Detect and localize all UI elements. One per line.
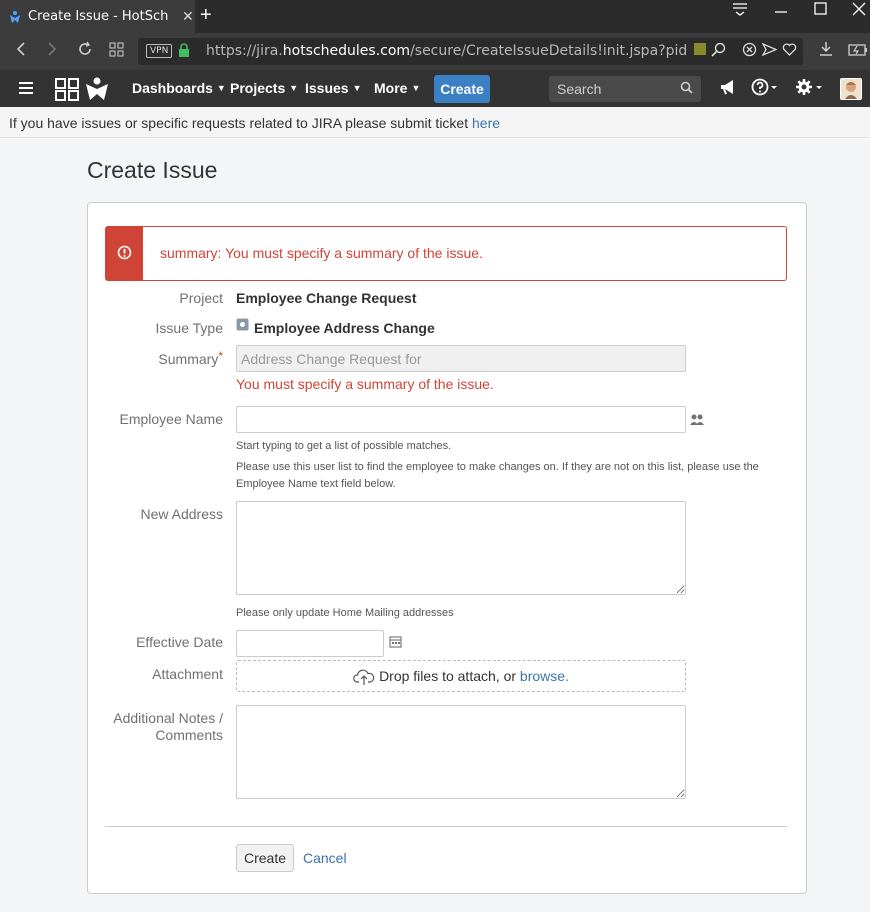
issue-type-icon	[236, 318, 249, 336]
announcement-text: If you have issues or specific requests …	[9, 115, 472, 131]
url-field[interactable]: VPN https://jira.hotschedules.com/secure…	[138, 38, 803, 65]
project-label: Project	[179, 290, 223, 306]
back-icon[interactable]	[14, 41, 28, 62]
search-box	[549, 76, 701, 102]
submit-create-button[interactable]: Create	[236, 844, 294, 872]
summary-error-text: You must specify a summary of the issue.	[236, 376, 494, 392]
browse-link[interactable]: browse.	[520, 668, 569, 684]
cloud-upload-icon	[353, 669, 375, 685]
summary-field[interactable]	[236, 345, 686, 372]
zoom-icon[interactable]	[711, 42, 726, 61]
search-icon[interactable]	[680, 81, 693, 99]
new-address-textarea[interactable]	[236, 501, 686, 595]
employee-name-label: Employee Name	[119, 411, 224, 427]
tab-close-icon[interactable]: ✕	[182, 9, 194, 25]
announcement-megaphone-icon[interactable]	[719, 78, 737, 101]
settings-gear-icon[interactable]	[795, 78, 825, 101]
nav-issues[interactable]: Issues ▼	[305, 80, 362, 96]
employee-description-text: Please use this user list to find the em…	[236, 461, 759, 490]
required-marker: *	[218, 349, 223, 363]
chevron-down-icon: ▼	[289, 83, 299, 93]
bookmark-heart-icon[interactable]	[782, 42, 797, 61]
maximize-icon[interactable]	[814, 2, 828, 21]
forward-icon[interactable]	[45, 41, 59, 62]
chevron-down-icon: ▼	[216, 83, 226, 93]
new-address-hint-text: Please only update Home Mailing addresse…	[236, 607, 454, 619]
error-message-text: summary: You must specify a summary of t…	[160, 245, 483, 261]
employee-name-field[interactable]	[236, 406, 686, 433]
project-value: Employee Change Request	[236, 290, 417, 306]
form-divider	[105, 826, 787, 827]
reload-icon[interactable]	[77, 41, 93, 62]
create-issue-button[interactable]: Create	[434, 75, 490, 103]
new-tab-button[interactable]: +	[200, 4, 212, 27]
tab-title: Create Issue - HotSchedules	[28, 9, 168, 24]
extension-icon[interactable]	[693, 42, 707, 60]
chevron-down-icon: ▼	[411, 83, 421, 93]
effective-date-label: Effective Date	[136, 634, 223, 650]
help-icon[interactable]	[751, 78, 779, 101]
user-avatar[interactable]	[840, 78, 862, 100]
jira-header: Dashboards ▼ Projects ▼ Issues ▼ More ▼ Crea…	[0, 70, 870, 107]
dropzone-text: Drop files to attach, or	[379, 668, 520, 684]
nav-dashboards[interactable]: Dashboards ▼	[132, 80, 226, 96]
send-icon[interactable]	[761, 42, 778, 61]
error-icon	[117, 245, 132, 260]
issue-type-label: Issue Type	[155, 320, 223, 336]
effective-date-field[interactable]	[236, 630, 384, 657]
chevron-down-icon: ▼	[352, 83, 362, 93]
user-picker-icon[interactable]	[689, 413, 705, 432]
search-input[interactable]	[557, 80, 677, 98]
close-window-icon[interactable]	[852, 2, 866, 21]
jira-logo-icon[interactable]	[84, 76, 110, 107]
hotschedules-logo-icon[interactable]	[54, 77, 80, 106]
error-message-box: summary: You must specify a summary of t…	[105, 226, 787, 281]
announcement-link[interactable]: here	[472, 115, 500, 131]
download-icon[interactable]	[818, 41, 834, 62]
announcement-banner: If you have issues or specific requests …	[0, 107, 870, 138]
error-stripe	[106, 227, 143, 280]
nav-projects[interactable]: Projects ▼	[230, 80, 298, 96]
browser-address-bar: VPN https://jira.hotschedules.com/secure…	[0, 33, 870, 70]
app-switcher-icon[interactable]	[18, 78, 34, 101]
vpn-badge[interactable]: VPN	[146, 44, 173, 58]
additional-notes-textarea[interactable]	[236, 705, 686, 799]
issue-type-value: Employee Address Change	[254, 320, 435, 336]
cancel-link[interactable]: Cancel	[303, 850, 347, 866]
attachment-label: Attachment	[152, 666, 223, 682]
additional-notes-label: Additional Notes / Comments	[113, 710, 223, 743]
page-title: Create Issue	[87, 157, 218, 183]
battery-icon[interactable]	[848, 41, 868, 62]
browser-tab[interactable]: Create Issue - HotSchedules ✕	[0, 0, 195, 33]
url-text: https://jira.hotschedules.com/secure/Cre…	[206, 43, 686, 59]
lock-icon[interactable]	[178, 43, 190, 57]
new-address-label: New Address	[140, 506, 223, 522]
calendar-icon[interactable]	[389, 635, 402, 653]
attachment-dropzone[interactable]: Drop files to attach, or browse.	[236, 660, 686, 692]
block-icon[interactable]	[742, 42, 757, 61]
browser-titlebar: Create Issue - HotSchedules ✕ +	[0, 0, 870, 33]
employee-hint-text: Start typing to get a list of possible m…	[236, 440, 452, 452]
nav-more[interactable]: More ▼	[374, 80, 420, 96]
speed-dial-icon[interactable]	[109, 41, 124, 62]
browser-menu-icon[interactable]	[732, 2, 748, 21]
jira-favicon-icon	[10, 10, 20, 23]
summary-label: Summary*	[158, 349, 223, 367]
minimize-icon[interactable]	[774, 2, 788, 21]
